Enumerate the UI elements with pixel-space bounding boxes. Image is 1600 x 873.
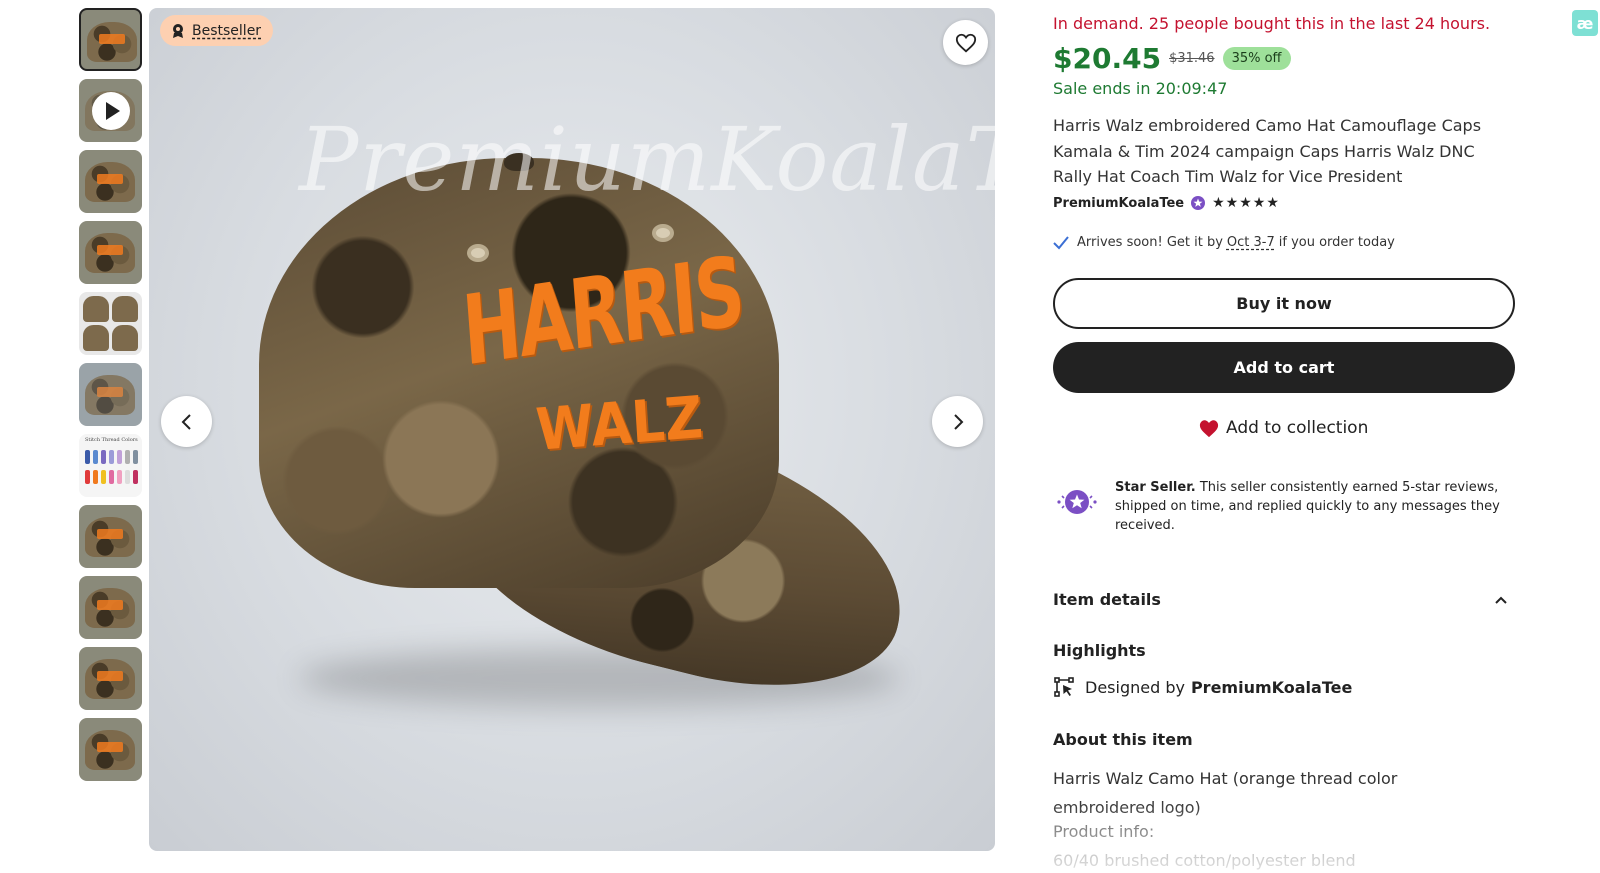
buy-it-now-button[interactable]: Buy it now [1053, 278, 1515, 329]
add-to-collection-label: Add to collection [1226, 418, 1369, 438]
thumbnail-10[interactable] [79, 647, 142, 710]
favorite-button[interactable] [943, 20, 988, 65]
watermark: PremiumKoalaTee [299, 108, 995, 211]
thumbnail-1[interactable] [79, 8, 142, 71]
delivery-date[interactable]: Oct 3-7 [1227, 235, 1275, 250]
designed-by-shop[interactable]: PremiumKoalaTee [1191, 678, 1352, 697]
cap-eyelet [652, 224, 674, 242]
current-price: $20.45 [1053, 42, 1162, 75]
thumbnail-video[interactable] [79, 79, 142, 142]
original-price: $31.46 [1169, 51, 1215, 66]
star-seller-title: Star Seller. [1115, 480, 1196, 495]
rating-stars[interactable]: ★★★★★ [1212, 195, 1280, 211]
heart-outline-icon [955, 33, 976, 52]
badge-label: Bestseller [192, 22, 262, 39]
sale-countdown: Sale ends in 20:09:47 [1053, 79, 1228, 98]
browser-extension-icon[interactable]: æ [1572, 10, 1598, 36]
star-seller-text: Star Seller. This seller consistently ea… [1115, 478, 1515, 535]
star-seller-badge-icon [1191, 196, 1206, 210]
add-to-collection-button[interactable]: Add to collection [1198, 418, 1368, 438]
description-line-1: Harris Walz Camo Hat (orange thread colo… [1053, 769, 1398, 817]
item-details-label: Item details [1053, 590, 1161, 609]
item-details-toggle[interactable]: Item details [1053, 590, 1515, 609]
thumbnail-3[interactable] [79, 150, 142, 213]
shop-name-link[interactable]: PremiumKoalaTee [1053, 196, 1184, 211]
heart-filled-icon [1199, 420, 1219, 438]
listing-title: Harris Walz embroidered Camo Hat Camoufl… [1053, 116, 1482, 186]
delivery-prefix: Arrives soon! Get it by [1077, 235, 1223, 250]
thumbnail-9[interactable] [79, 576, 142, 639]
play-icon [92, 92, 130, 130]
hat-embroidery-line2: WALZ [534, 383, 705, 464]
thumbnail-8[interactable] [79, 505, 142, 568]
highlights-heading: Highlights [1053, 641, 1146, 660]
next-image-button[interactable] [932, 396, 983, 447]
price-row: $20.45 $31.46 35% off [1053, 42, 1291, 75]
designed-by-prefix: Designed by [1085, 677, 1185, 697]
shop-row: PremiumKoalaTee ★★★★★ [1053, 195, 1280, 211]
thumbnail-4[interactable] [79, 221, 142, 284]
thumbnail-5[interactable] [79, 292, 142, 355]
checkmark-icon [1053, 235, 1069, 249]
star-seller-icon [1057, 490, 1097, 514]
cap-eyelet [467, 244, 489, 262]
thumbnail-7[interactable]: Stitch Thread Colors [79, 434, 142, 497]
chevron-left-icon [181, 413, 191, 430]
main-product-image: HARRIS WALZ PremiumKoalaTee Bestseller [149, 8, 995, 851]
delivery-suffix: if you order today [1278, 235, 1395, 250]
chevron-right-icon [953, 413, 963, 430]
chevron-up-icon [1495, 596, 1507, 604]
about-heading: About this item [1053, 730, 1193, 749]
star-seller-info: Star Seller. This seller consistently ea… [1053, 478, 1515, 535]
thumbnail-7-caption: Stitch Thread Colors [85, 437, 138, 443]
designed-by-row: Designed by PremiumKoalaTee [1053, 676, 1352, 698]
thumbnail-11[interactable] [79, 718, 142, 781]
demand-notice: In demand. 25 people bought this in the … [1053, 14, 1491, 33]
description-line-2: Product info: [1053, 822, 1155, 841]
description-line-3: 60/40 brushed cotton/polyester blend [1053, 851, 1356, 870]
award-icon [173, 23, 183, 38]
thumbnail-6[interactable] [79, 363, 142, 426]
delivery-estimate: Arrives soon! Get it by Oct 3-7 if you o… [1053, 235, 1395, 250]
add-to-cart-button[interactable]: Add to cart [1053, 342, 1515, 393]
thumbnail-strip: Stitch Thread Colors [79, 8, 143, 789]
previous-image-button[interactable] [161, 396, 212, 447]
bestseller-badge[interactable]: Bestseller [160, 15, 274, 46]
discount-badge: 35% off [1222, 47, 1291, 70]
design-tool-icon [1054, 677, 1074, 697]
